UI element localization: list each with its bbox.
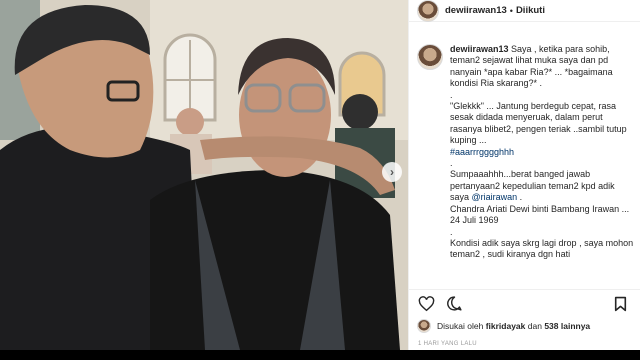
caption-para-4: Chandra Ariati Dewi binti Bambang Irawan… [450, 203, 630, 226]
caption-area: dewiirawan13 Saya , ketika para sohib, t… [417, 44, 637, 289]
caption-hashtag-dot: . [450, 158, 453, 169]
caption-mention[interactable]: @riairawan [472, 192, 518, 202]
bottom-bar [0, 350, 640, 360]
caption-hashtag[interactable]: #aaarrrgggghhh [450, 147, 514, 157]
caption-avatar[interactable] [417, 44, 443, 70]
caption-para-2: "Glekkk" ... Jantung berdegub cepat, ras… [450, 101, 627, 146]
heart-icon [418, 295, 434, 311]
follow-status[interactable]: Diikuti [516, 5, 545, 16]
save-button[interactable] [611, 295, 629, 313]
action-bar [409, 289, 640, 317]
post-timestamp: 1 HARI YANG LALU [418, 341, 477, 347]
likes-prefix: Disukai oleh [437, 321, 484, 331]
caption-para-5: Kondisi adik saya skrg lagi drop , saya … [450, 237, 634, 260]
caption-para-3-post: . [517, 192, 523, 203]
bookmark-icon [614, 296, 626, 311]
likes-middle: dan [527, 321, 542, 331]
caption-username[interactable]: dewiirawan13 [450, 44, 509, 54]
comment-button[interactable] [445, 295, 463, 313]
likes-summary: Disukai oleh fikridayak dan 538 lainnya [417, 318, 590, 334]
chevron-right-icon: › [390, 165, 394, 179]
likes-count[interactable]: 538 lainnya [544, 321, 590, 331]
post-panel: dewiirawan13 • Diikuti dewiirawan13 Saya… [408, 0, 640, 350]
next-photo-button[interactable]: › [382, 162, 402, 182]
post-header: dewiirawan13 • Diikuti [409, 0, 640, 22]
post-photo[interactable]: › [0, 0, 408, 350]
caption-text: dewiirawan13 Saya , ketika para sohib, t… [450, 44, 636, 289]
header-username[interactable]: dewiirawan13 [445, 5, 507, 16]
caption-dot-2: . [450, 226, 453, 237]
photo-illustration [0, 0, 408, 350]
header-separator: • [509, 5, 513, 16]
caption-dot-1: . [450, 89, 453, 100]
like-button[interactable] [417, 295, 435, 313]
likes-user[interactable]: fikridayak [486, 321, 526, 331]
avatar[interactable] [417, 0, 439, 22]
liker-avatar[interactable] [417, 319, 431, 333]
comment-icon [446, 296, 462, 311]
